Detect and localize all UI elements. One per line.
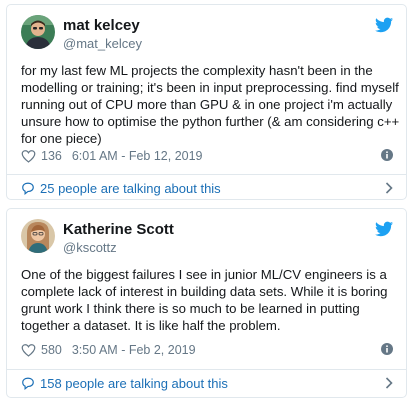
tweet-meta: 136 6:01 AM - Feb 12, 2019 (21, 148, 393, 164)
tweet-text: for my last few ML projects the complexi… (21, 63, 400, 146)
conversation-link[interactable]: 158 people are talking about this (21, 373, 393, 393)
like-count: 580 (41, 343, 62, 357)
divider (7, 369, 406, 370)
tweet-header: Katherine Scott @kscottz (21, 219, 393, 263)
display-name[interactable]: mat kelcey (63, 17, 142, 35)
talking-count-text[interactable]: 25 people are talking about this (40, 181, 221, 196)
tweet-text: One of the biggest failures I see in jun… (21, 267, 388, 333)
tweet-header: mat kelcey @mat_kelcey (21, 15, 393, 59)
timestamp[interactable]: 6:01 AM - Feb 12, 2019 (72, 149, 203, 163)
author-names: mat kelcey @mat_kelcey (63, 17, 142, 52)
speech-bubble-icon (22, 377, 34, 390)
like-count: 136 (41, 149, 62, 163)
chevron-right-icon[interactable] (385, 182, 393, 194)
heart-icon[interactable] (21, 343, 36, 357)
chevron-right-icon[interactable] (385, 377, 393, 389)
info-icon[interactable] (381, 343, 393, 355)
user-handle[interactable]: @mat_kelcey (63, 36, 142, 52)
tweet-card[interactable]: Katherine Scott @kscottz One of the bigg… (6, 208, 407, 398)
author-names: Katherine Scott @kscottz (63, 221, 174, 256)
tweet-card[interactable]: mat kelcey @mat_kelcey for my last few M… (6, 4, 407, 200)
twitter-bird-icon[interactable] (375, 221, 393, 237)
divider (7, 174, 406, 175)
info-icon[interactable] (381, 149, 393, 161)
timestamp[interactable]: 3:50 AM - Feb 2, 2019 (72, 343, 196, 357)
avatar[interactable] (21, 219, 55, 253)
tweet-meta: 580 3:50 AM - Feb 2, 2019 (21, 342, 393, 358)
conversation-link[interactable]: 25 people are talking about this (21, 178, 393, 198)
avatar[interactable] (21, 15, 55, 49)
talking-count-text[interactable]: 158 people are talking about this (40, 376, 228, 391)
twitter-bird-icon[interactable] (375, 17, 393, 33)
display-name[interactable]: Katherine Scott (63, 221, 174, 239)
user-handle[interactable]: @kscottz (63, 240, 174, 256)
heart-icon[interactable] (21, 149, 36, 163)
speech-bubble-icon (22, 182, 34, 195)
